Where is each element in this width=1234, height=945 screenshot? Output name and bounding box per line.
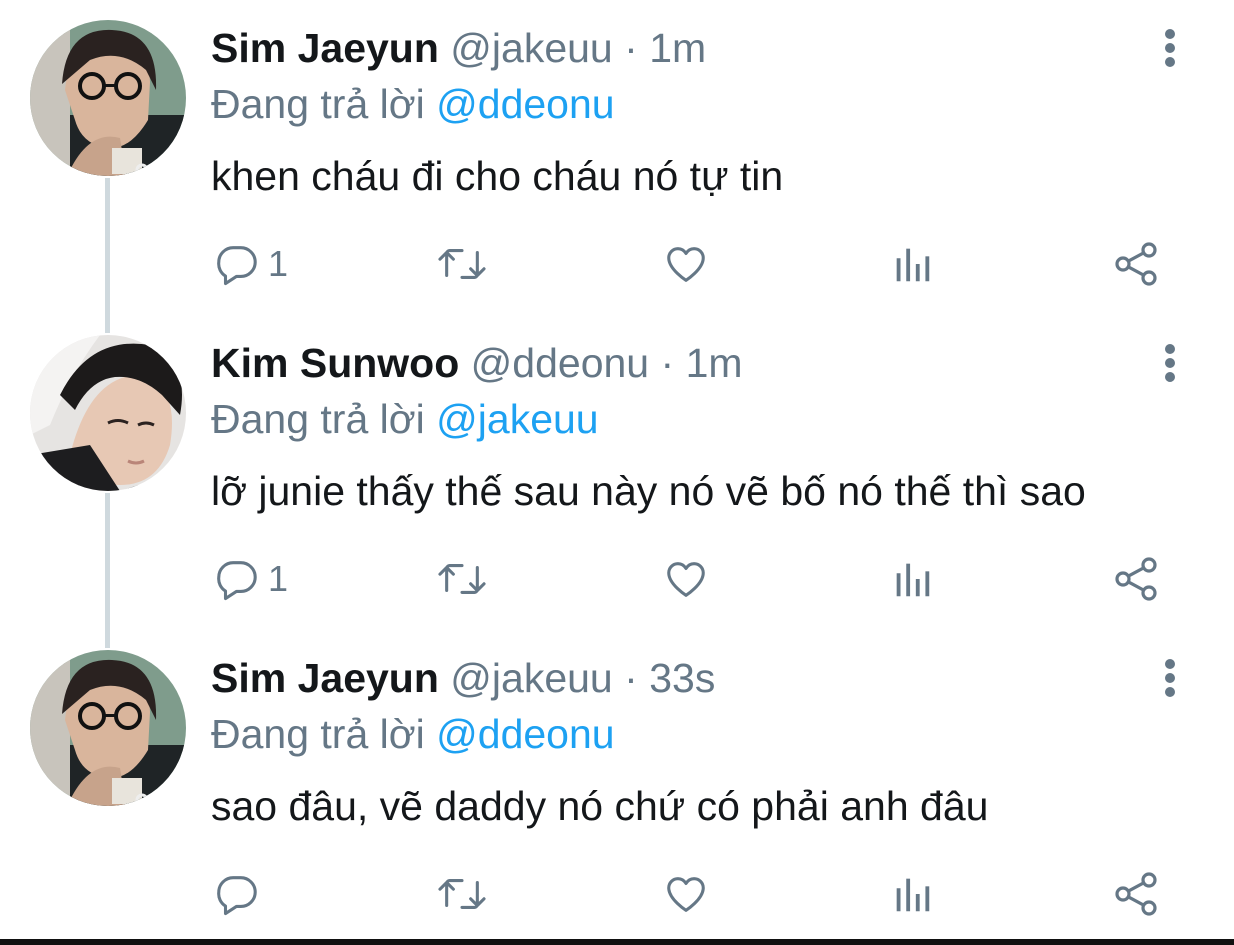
retweet-icon: [438, 879, 486, 909]
more-options-button[interactable]: [1150, 22, 1190, 74]
reply-count: 1: [268, 243, 289, 284]
retweet-icon: [438, 249, 486, 279]
handle[interactable]: @ddeonu: [471, 340, 649, 386]
avatar[interactable]: [30, 20, 186, 176]
bottom-divider: [0, 939, 1234, 945]
heart-icon: [667, 562, 705, 597]
replying-to: Đang trả lời @ddeonu: [211, 78, 615, 130]
tweet[interactable]: Sim Jaeyun @jakeuu · 1m Đang trả lời @dd…: [0, 0, 1234, 315]
like-button[interactable]: [663, 232, 709, 296]
reply-icon: [217, 561, 257, 601]
tweet-actions: [0, 862, 1234, 926]
share-icon: [1115, 242, 1157, 286]
avatar[interactable]: [30, 650, 186, 806]
analytics-icon: [896, 878, 930, 912]
more-vertical-icon: [1165, 344, 1175, 382]
retweet-button[interactable]: [437, 862, 487, 926]
share-button[interactable]: [1113, 547, 1161, 611]
heart-icon: [667, 247, 705, 282]
retweet-button[interactable]: [437, 547, 487, 611]
tweet-header: Sim Jaeyun @jakeuu · 1m: [211, 22, 706, 74]
like-button[interactable]: [663, 862, 709, 926]
reply-mention-link[interactable]: @ddeonu: [436, 81, 614, 127]
tweet-text: sao đâu, vẽ daddy nó chứ có phải anh đâu: [211, 783, 989, 829]
replying-to: Đang trả lời @jakeuu: [211, 393, 599, 445]
avatar-glasses-image: [30, 20, 186, 176]
analytics-button[interactable]: [889, 862, 935, 926]
share-icon: [1115, 872, 1157, 916]
more-vertical-icon: [1165, 659, 1175, 697]
more-vertical-icon: [1165, 29, 1175, 67]
replying-to: Đang trả lời @ddeonu: [211, 708, 615, 760]
tweet-actions: 1: [0, 547, 1234, 611]
replying-to-label: Đang trả lời: [211, 396, 425, 442]
more-options-button[interactable]: [1150, 652, 1190, 704]
tweet-actions: 1: [0, 232, 1234, 296]
analytics-icon: [896, 248, 930, 282]
analytics-button[interactable]: [889, 547, 935, 611]
handle[interactable]: @jakeuu: [450, 655, 612, 701]
reply-mention-link[interactable]: @ddeonu: [436, 711, 614, 757]
display-name[interactable]: Sim Jaeyun: [211, 25, 439, 71]
separator: ·: [624, 25, 638, 71]
reply-button[interactable]: 1: [214, 547, 288, 611]
separator: ·: [660, 340, 675, 386]
reply-count: 1: [268, 558, 289, 599]
retweet-button[interactable]: [437, 232, 487, 296]
share-icon: [1115, 557, 1157, 601]
reply-button[interactable]: [214, 862, 268, 926]
reply-mention-link[interactable]: @jakeuu: [436, 396, 598, 442]
separator: ·: [624, 655, 638, 701]
share-button[interactable]: [1113, 862, 1161, 926]
replying-to-label: Đang trả lời: [211, 711, 425, 757]
like-button[interactable]: [663, 547, 709, 611]
tweet-header: Sim Jaeyun @jakeuu · 33s: [211, 652, 715, 704]
analytics-button[interactable]: [889, 232, 935, 296]
tweet-text: khen cháu đi cho cháu nó tự tin: [211, 153, 784, 199]
retweet-icon: [438, 564, 486, 594]
display-name[interactable]: Sim Jaeyun: [211, 655, 439, 701]
tweet[interactable]: Sim Jaeyun @jakeuu · 33s Đang trả lời @d…: [0, 630, 1234, 945]
tweet[interactable]: Kim Sunwoo @ddeonu · 1m Đang trả lời @ja…: [0, 315, 1234, 630]
analytics-icon: [896, 563, 930, 597]
timestamp[interactable]: 1m: [686, 340, 743, 386]
reply-button[interactable]: 1: [214, 232, 288, 296]
reply-icon: [217, 246, 257, 286]
tweet-header: Kim Sunwoo @ddeonu · 1m: [211, 337, 743, 389]
handle[interactable]: @jakeuu: [450, 25, 612, 71]
avatar-glasses-image: [30, 650, 186, 806]
reply-icon: [217, 876, 257, 916]
avatar-pillow-image: [30, 335, 186, 491]
avatar[interactable]: [30, 335, 186, 491]
timestamp[interactable]: 1m: [649, 25, 706, 71]
share-button[interactable]: [1113, 232, 1161, 296]
tweet-text: lỡ junie thấy thế sau này nó vẽ bố nó th…: [211, 468, 1086, 514]
timestamp[interactable]: 33s: [649, 655, 715, 701]
heart-icon: [667, 877, 705, 912]
more-options-button[interactable]: [1150, 337, 1190, 389]
replying-to-label: Đang trả lời: [211, 81, 425, 127]
display-name[interactable]: Kim Sunwoo: [211, 340, 459, 386]
